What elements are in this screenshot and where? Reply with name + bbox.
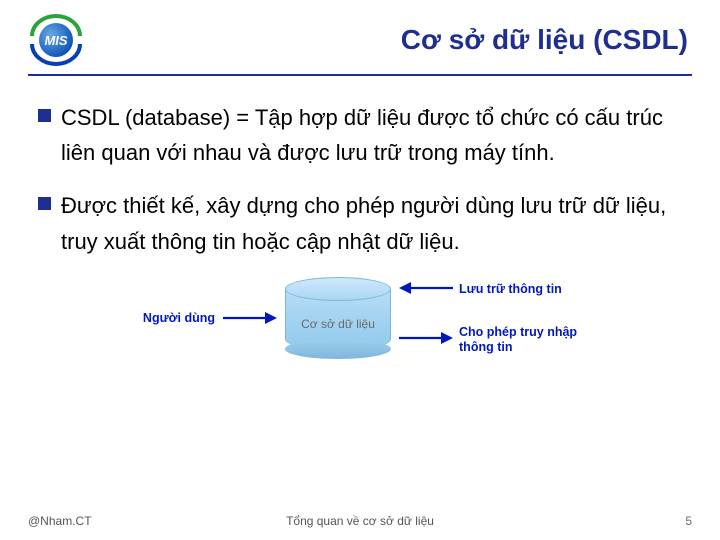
logo: MIS <box>28 12 84 68</box>
slide: MIS Cơ sở dữ liệu (CSDL) CSDL (database)… <box>0 0 720 540</box>
diagram-store-label: Lưu trữ thông tin <box>459 282 562 298</box>
diagram-right-arrows: Lưu trữ thông tin Cho phép truy nhập thô… <box>399 280 577 356</box>
bullet-item: Được thiết kế, xây dựng cho phép người d… <box>38 188 682 258</box>
bullet-item: CSDL (database) = Tập hợp dữ liệu được t… <box>38 100 682 170</box>
diagram: Người dùng Cơ sở dữ liệu <box>38 277 682 359</box>
bullet-square-icon <box>38 109 51 122</box>
diagram-user-label: Người dùng <box>143 311 215 325</box>
footer-title: Tổng quan về cơ sở dữ liệu <box>28 514 692 528</box>
diagram-db-label: Cơ sở dữ liệu <box>285 317 391 331</box>
arrow-left-icon <box>399 280 453 301</box>
bullet-text: CSDL (database) = Tập hợp dữ liệu được t… <box>61 100 682 170</box>
bullet-square-icon <box>38 197 51 210</box>
database-cylinder-icon: Cơ sở dữ liệu <box>285 277 391 359</box>
bullet-text: Được thiết kế, xây dựng cho phép người d… <box>61 188 682 258</box>
page-title: Cơ sở dữ liệu (CSDL) <box>84 24 692 56</box>
content: CSDL (database) = Tập hợp dữ liệu được t… <box>28 76 692 359</box>
arrow-right-icon <box>399 330 453 351</box>
diagram-access-label: Cho phép truy nhập thông tin <box>459 325 577 356</box>
arrow-right-icon <box>223 310 277 326</box>
footer: @Nham.CT Tổng quan về cơ sở dữ liệu 5 <box>28 514 692 528</box>
logo-text: MIS <box>44 33 67 48</box>
header: MIS Cơ sở dữ liệu (CSDL) <box>28 12 692 68</box>
